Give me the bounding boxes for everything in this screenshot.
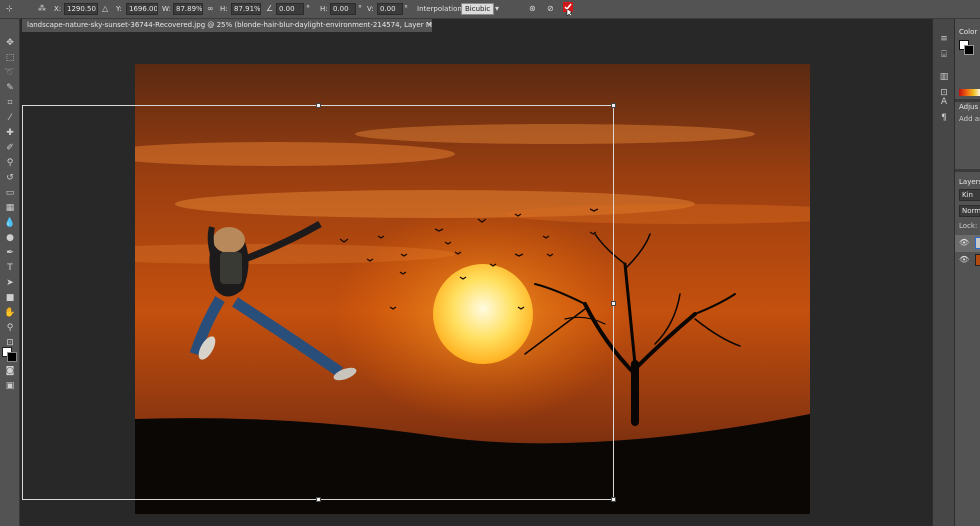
y-label: Y: <box>116 5 122 13</box>
crop-tool-icon[interactable]: ⌗ <box>3 97 17 110</box>
hand-tool-icon[interactable]: ✋ <box>3 307 17 320</box>
layer-row[interactable]: 👁 <box>955 252 980 269</box>
quick-select-tool-icon[interactable]: ✎ <box>3 82 17 95</box>
paragraph-icon[interactable]: ¶ <box>938 112 950 124</box>
blend-mode-select[interactable]: Norm <box>959 205 980 217</box>
lock-label: Lock: <box>959 222 978 230</box>
screen-mode-icon[interactable]: ▣ <box>3 380 17 393</box>
tools-panel: ✥ ⬚ ➰ ✎ ⌗ ⁄ ✚ ✐ ⚲ ↺ ▭ ▦ 💧 ● ✒ T ➤ ■ ✋ ⚲ … <box>0 19 20 526</box>
eyedropper-tool-icon[interactable]: ⁄ <box>3 112 17 125</box>
transform-tool-icon[interactable]: ⊹ <box>6 3 13 15</box>
transform-handle-right[interactable] <box>611 301 616 306</box>
color-ramp[interactable] <box>959 89 980 96</box>
hskew-field[interactable]: 0.00 <box>330 3 356 15</box>
panel-background-swatch[interactable] <box>964 45 974 55</box>
y-field[interactable]: 1696.00 p <box>126 3 158 15</box>
shape-tool-icon[interactable]: ■ <box>3 292 17 305</box>
type-tool-icon[interactable]: T <box>3 262 17 275</box>
pen-tool-icon[interactable]: ✒ <box>3 247 17 260</box>
layer-row[interactable]: 👁 <box>955 235 980 252</box>
layer-visibility-eye-icon[interactable]: 👁 <box>959 238 969 247</box>
angle-field[interactable]: 0.00 <box>276 3 304 15</box>
path-select-tool-icon[interactable]: ➤ <box>3 277 17 290</box>
layers-panel-title[interactable]: Layers <box>959 178 980 186</box>
transform-handle-top-right[interactable] <box>611 103 616 108</box>
eraser-tool-icon[interactable]: ▭ <box>3 187 17 200</box>
commit-transform-button[interactable] <box>562 1 574 16</box>
layers-filter-field[interactable]: Kin <box>959 189 980 201</box>
properties-icon[interactable]: ≡ <box>938 33 950 45</box>
reference-point-icon[interactable]: ⁂ <box>38 3 46 15</box>
lasso-tool-icon[interactable]: ➰ <box>3 67 17 80</box>
x-field[interactable]: 1290.50 p <box>64 3 98 15</box>
layer-thumbnail[interactable] <box>975 237 980 249</box>
gradient-tool-icon[interactable]: ▦ <box>3 202 17 215</box>
adjustments-panel-title[interactable]: Adjus <box>959 103 978 111</box>
delta-icon[interactable]: △ <box>102 3 108 15</box>
panel-divider <box>955 99 980 102</box>
h-label: H: <box>220 5 228 13</box>
clone-stamp-tool-icon[interactable]: ⚲ <box>3 157 17 170</box>
brush-settings-icon[interactable]: ⌸ <box>938 49 950 61</box>
character-icon[interactable]: A <box>938 96 950 108</box>
height-field[interactable]: 87.91% <box>231 3 261 15</box>
brush-tool-icon[interactable]: ✐ <box>3 142 17 155</box>
dodge-tool-icon[interactable]: ● <box>3 232 17 245</box>
photoshop-window: ⊹ ⁂ X: 1290.50 p △ Y: 1696.00 p W: 87.89… <box>0 0 980 526</box>
panel-divider <box>955 169 980 172</box>
w-label: W: <box>162 5 171 13</box>
vskew-label: V: <box>367 5 374 13</box>
link-icon[interactable]: ∞ <box>207 3 214 15</box>
transform-bounding-box[interactable] <box>22 103 616 502</box>
zoom-tool-icon[interactable]: ⚲ <box>3 322 17 335</box>
cancel-transform-icon[interactable]: ⊘ <box>547 3 554 15</box>
marquee-tool-icon[interactable]: ⬚ <box>3 52 17 65</box>
color-panel-title[interactable]: Color <box>959 28 977 36</box>
transform-handle-bottom-right[interactable] <box>611 497 616 502</box>
background-color-swatch[interactable] <box>7 352 17 362</box>
vskew-field[interactable]: 0.00 <box>377 3 403 15</box>
transform-handle-bottom[interactable] <box>316 497 321 502</box>
layer-visibility-eye-icon[interactable]: 👁 <box>959 255 969 264</box>
angle-icon: ∠ <box>266 4 274 13</box>
history-brush-tool-icon[interactable]: ↺ <box>3 172 17 185</box>
interpolation-label: Interpolation: <box>417 5 465 13</box>
hskew-label: H: <box>320 5 328 13</box>
panel-icon-strip: ≡ ⌸ ▥ ⊡ A ¶ <box>932 19 954 526</box>
vskew-degree-icon: ° <box>404 4 408 13</box>
x-label: X: <box>54 5 62 13</box>
transform-handle-top[interactable] <box>316 103 321 108</box>
swatches-icon[interactable]: ▥ <box>938 71 950 83</box>
layer-thumbnail[interactable] <box>975 254 980 266</box>
width-field[interactable]: 87.89% <box>173 3 203 15</box>
move-tool-icon[interactable]: ✥ <box>3 37 17 50</box>
warp-mode-icon[interactable]: ⊛ <box>529 3 536 15</box>
quick-mask-icon[interactable]: ◙ <box>3 365 17 378</box>
degree-icon: ° <box>306 4 310 13</box>
interpolation-select[interactable]: Bicubic <box>461 3 495 15</box>
blur-tool-icon[interactable]: 💧 <box>3 217 17 230</box>
interpolation-chevron-icon[interactable]: ▾ <box>495 3 499 15</box>
document-tab[interactable]: landscape-nature-sky-sunset-36744-Recove… <box>22 19 432 32</box>
close-tab-icon[interactable]: × <box>427 19 436 32</box>
hskew-degree-icon: ° <box>358 4 362 13</box>
healing-brush-tool-icon[interactable]: ✚ <box>3 127 17 140</box>
commit-check-icon <box>563 1 573 16</box>
panel-dock: Color Adjus Add an Layers Kin Norm Lock:… <box>954 19 980 526</box>
adjustments-hint: Add an <box>959 115 980 123</box>
options-bar: ⊹ ⁂ X: 1290.50 p △ Y: 1696.00 p W: 87.89… <box>0 0 980 19</box>
